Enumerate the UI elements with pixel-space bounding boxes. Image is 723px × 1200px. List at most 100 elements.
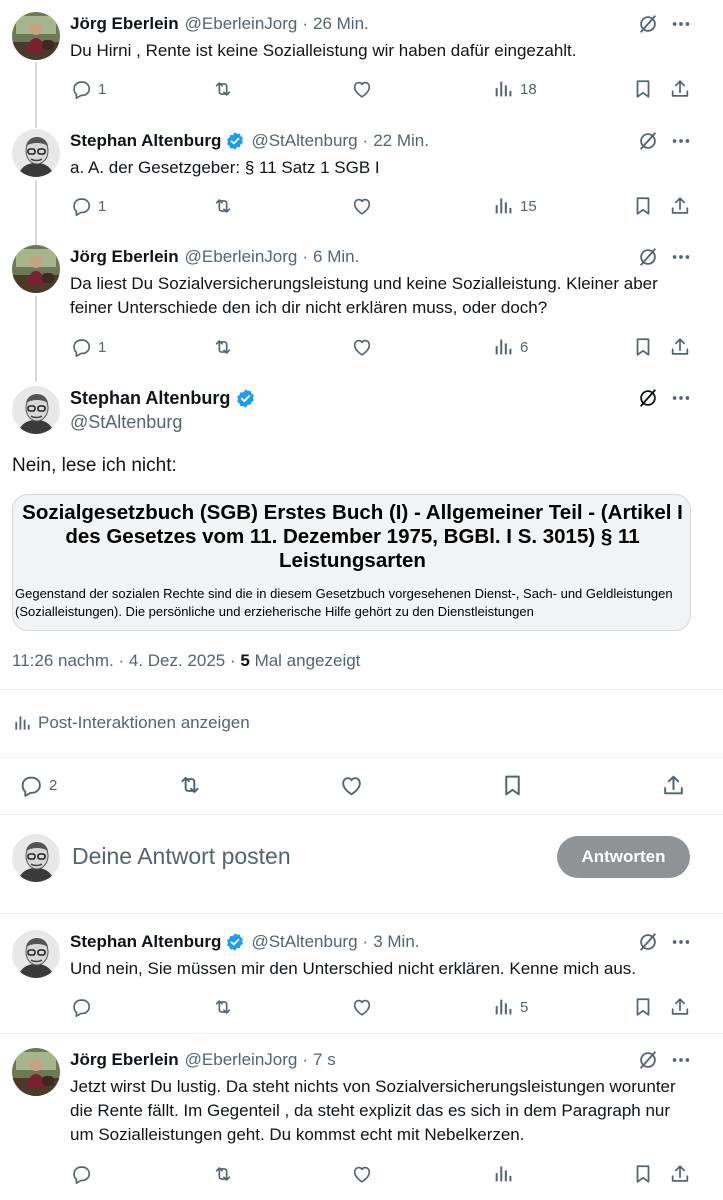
views-icon [492, 1163, 514, 1185]
like-button[interactable] [351, 77, 373, 101]
author-name[interactable]: Jörg Eberlein [70, 14, 179, 34]
attached-image-card[interactable]: Sozialgesetzbuch (SGB) Erstes Buch (I) -… [12, 494, 691, 631]
verified-badge-icon [225, 932, 245, 952]
retweet-button[interactable] [212, 335, 234, 359]
retweet-icon [212, 195, 234, 217]
reply-button[interactable]: 1 [70, 194, 106, 218]
reply-button[interactable]: 1 [70, 77, 106, 101]
like-icon [351, 195, 373, 217]
reply-button[interactable]: 2 [18, 773, 57, 797]
reply-icon [70, 1163, 92, 1185]
share-button[interactable] [669, 995, 691, 1019]
post-timestamp[interactable]: 11:26 nachm. · 4. Dez. 2025 · [12, 651, 240, 670]
post-time[interactable]: 6 Min. [313, 247, 359, 267]
share-button[interactable] [669, 335, 691, 359]
author-handle[interactable]: @EberleinJorg [185, 14, 298, 34]
avatar-image [12, 245, 60, 293]
like-button[interactable] [339, 773, 364, 797]
grok-icon[interactable] [637, 246, 659, 268]
views-button[interactable]: 5 [492, 995, 528, 1019]
retweet-button[interactable] [212, 995, 234, 1019]
bookmark-button[interactable] [632, 194, 654, 218]
more-icon[interactable] [670, 13, 692, 35]
bookmark-icon [632, 78, 654, 100]
views-button[interactable]: 18 [492, 77, 537, 101]
bookmark-button[interactable] [632, 335, 654, 359]
avatar[interactable] [12, 386, 60, 434]
post-interactions-link[interactable]: Post-Interaktionen anzeigen [12, 713, 250, 733]
bookmark-button[interactable] [632, 995, 654, 1019]
grok-icon[interactable] [637, 13, 659, 35]
author-handle[interactable]: @StAltenburg [70, 412, 182, 433]
views-icon [492, 78, 514, 100]
composer-avatar [12, 834, 60, 882]
like-button[interactable] [351, 335, 373, 359]
grok-icon[interactable] [637, 387, 659, 409]
bookmark-icon [632, 1163, 654, 1185]
reply-button[interactable]: 1 [70, 335, 106, 359]
views-count: 18 [520, 80, 537, 98]
avatar[interactable] [12, 245, 60, 293]
thread-line [35, 296, 37, 382]
share-icon [661, 773, 686, 798]
bookmark-button[interactable] [500, 773, 525, 797]
author-handle[interactable]: @StAltenburg [251, 131, 357, 151]
views-button[interactable]: 15 [492, 194, 537, 218]
retweet-button[interactable] [212, 1162, 234, 1186]
more-icon[interactable] [670, 246, 692, 268]
retweet-button[interactable] [212, 194, 234, 218]
more-icon[interactable] [670, 387, 692, 409]
more-icon[interactable] [670, 130, 692, 152]
reply-icon [70, 195, 92, 217]
avatar-image [12, 1048, 60, 1096]
grok-icon[interactable] [637, 130, 659, 152]
author-handle[interactable]: @EberleinJorg [185, 1050, 298, 1070]
views-button[interactable] [492, 1162, 514, 1186]
post-time[interactable]: 7 s [313, 1050, 336, 1070]
retweet-button[interactable] [212, 77, 234, 101]
post-time[interactable]: 26 Min. [313, 14, 369, 34]
avatar[interactable] [12, 129, 60, 177]
author-name[interactable]: Jörg Eberlein [70, 1050, 179, 1070]
author-handle[interactable]: @EberleinJorg [185, 247, 298, 267]
post-text: a. A. der Gesetzgeber: § 11 Satz 1 SGB I [70, 158, 380, 177]
grok-icon[interactable] [637, 931, 659, 953]
share-button[interactable] [661, 773, 686, 797]
share-button[interactable] [669, 77, 691, 101]
share-button[interactable] [669, 1162, 691, 1186]
avatar[interactable] [12, 12, 60, 60]
reply-input[interactable]: Deine Antwort posten [72, 843, 291, 870]
bookmark-button[interactable] [632, 1162, 654, 1186]
more-icon[interactable] [670, 931, 692, 953]
like-button[interactable] [351, 194, 373, 218]
post-time[interactable]: 22 Min. [373, 131, 429, 151]
author-name[interactable]: Jörg Eberlein [70, 247, 179, 267]
reply-count: 1 [98, 80, 107, 98]
separator-dot: · [362, 131, 369, 150]
author-name[interactable]: Stephan Altenburg [70, 131, 221, 151]
retweet-button[interactable] [177, 773, 203, 797]
reply-button[interactable] [70, 1162, 92, 1186]
avatar-image [12, 12, 60, 60]
post-text: Und nein, Sie müssen mir den Unterschied… [70, 959, 637, 978]
grok-icon[interactable] [637, 1049, 659, 1071]
post-time[interactable]: 3 Min. [373, 932, 419, 952]
like-button[interactable] [351, 1162, 373, 1186]
avatar-image [12, 129, 60, 177]
reply-button[interactable] [70, 995, 92, 1019]
divider [0, 814, 723, 815]
share-button[interactable] [669, 194, 691, 218]
thread-line [35, 62, 37, 128]
author-name[interactable]: Stephan Altenburg [70, 932, 221, 952]
views-icon [492, 336, 514, 358]
avatar[interactable] [12, 930, 60, 978]
author-name[interactable]: Stephan Altenburg [70, 388, 256, 409]
divider [0, 689, 723, 690]
more-icon[interactable] [670, 1049, 692, 1071]
like-button[interactable] [351, 995, 373, 1019]
author-handle[interactable]: @StAltenburg [251, 932, 357, 952]
reply-submit-button[interactable]: Antworten [557, 836, 690, 878]
avatar[interactable] [12, 1048, 60, 1096]
bookmark-button[interactable] [632, 77, 654, 101]
views-button[interactable]: 6 [492, 335, 528, 359]
